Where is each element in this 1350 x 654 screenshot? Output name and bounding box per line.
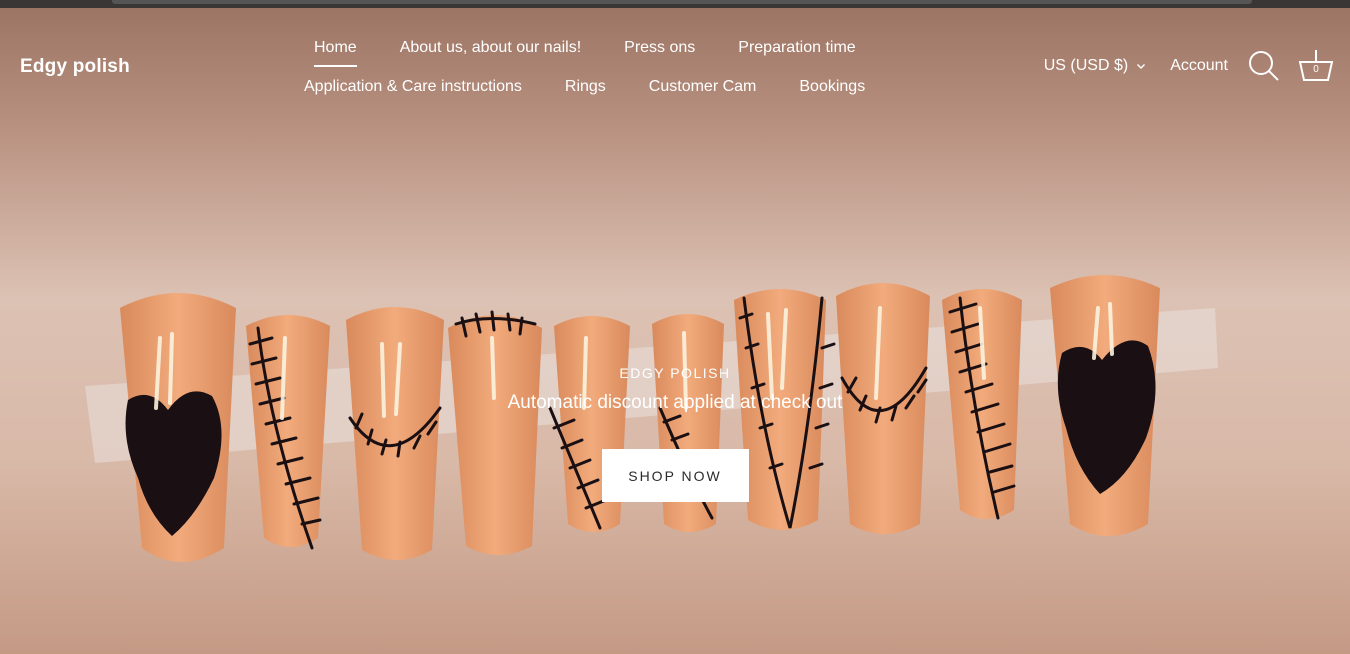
main-nav-row-1: Home About us, about our nails! Press on… <box>314 38 899 67</box>
browser-top-bar <box>0 0 1350 8</box>
nav-bookings[interactable]: Bookings <box>799 77 865 97</box>
nav-about-us[interactable]: About us, about our nails! <box>400 38 581 58</box>
hero-tagline: Automatic discount applied at check out <box>507 392 843 413</box>
cart-count: 0 <box>1313 64 1319 75</box>
site-header: Edgy polish Home About us, about our nai… <box>0 8 1350 118</box>
nav-home[interactable]: Home <box>314 38 357 67</box>
currency-selector[interactable]: US (USD $) <box>1044 57 1146 75</box>
header-utilities: US (USD $) Account 0 <box>1044 48 1334 84</box>
nav-preparation-time[interactable]: Preparation time <box>738 38 855 58</box>
hero-content: EDGY POLISH Automatic discount applied a… <box>0 365 1350 502</box>
account-link[interactable]: Account <box>1170 57 1228 75</box>
browser-tab-strip <box>112 0 1252 4</box>
main-nav-row-2: Application & Care instructions Rings Cu… <box>304 77 908 97</box>
hero-eyebrow: EDGY POLISH <box>619 365 731 381</box>
cart-button[interactable]: 0 <box>1298 48 1334 84</box>
shop-now-button[interactable]: SHOP NOW <box>601 449 749 502</box>
nav-rings[interactable]: Rings <box>565 77 606 97</box>
nav-customer-cam[interactable]: Customer Cam <box>649 77 757 97</box>
search-icon[interactable] <box>1248 50 1280 82</box>
nav-application-care[interactable]: Application & Care instructions <box>304 77 522 97</box>
brand-logo[interactable]: Edgy polish <box>20 56 130 78</box>
nav-press-ons[interactable]: Press ons <box>624 38 695 58</box>
chevron-down-icon <box>1137 64 1146 69</box>
currency-label: US (USD $) <box>1043 57 1129 74</box>
